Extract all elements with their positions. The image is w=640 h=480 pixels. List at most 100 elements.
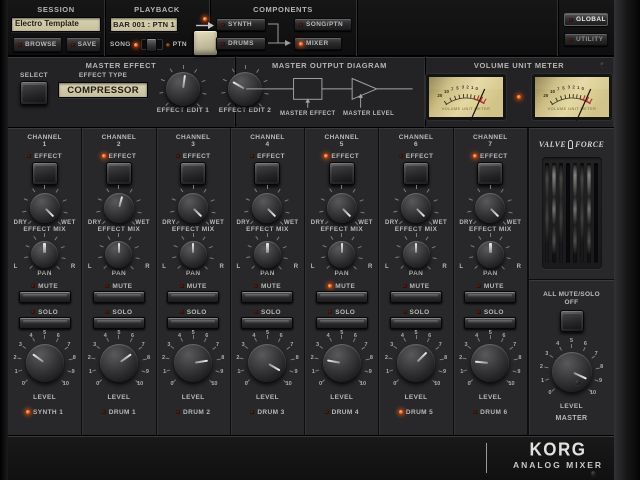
tube-slot [586, 163, 592, 263]
knob-pointer [117, 243, 121, 253]
diagram-master-effect-label: MASTER EFFECT [280, 111, 336, 117]
pan-knob[interactable] [235, 233, 299, 273]
effect-label: EFFECT [479, 152, 508, 160]
mute-button[interactable] [241, 291, 294, 303]
ptn-label: PTN [172, 41, 187, 48]
save-label: SAVE [77, 41, 97, 48]
solo-label: SOLO [38, 308, 59, 316]
screw-icon [591, 471, 596, 476]
panel-content: SESSION Electro Template BROWSE SAVE PLA… [8, 0, 614, 480]
knob-body [397, 344, 436, 382]
channel-strip-6: CHANNEL 6 EFFECT DRY WET EFFECT MIX L R … [379, 128, 454, 435]
components-section: COMPONENTS SYNTH DRUMS SONG/PTN MIXER [210, 0, 357, 56]
knob-body [166, 72, 201, 106]
level-knob[interactable]: 0 1 2 3 4 5 6 7 8 9 10 [454, 330, 527, 393]
mute-button[interactable] [464, 291, 517, 303]
svg-text:20: 20 [437, 93, 442, 98]
knob-pointer [194, 359, 209, 364]
mute-button[interactable] [390, 291, 443, 303]
level-knob[interactable]: 0 1 2 3 4 5 6 7 8 9 10 [305, 330, 378, 393]
browse-button[interactable]: BROWSE [13, 37, 62, 52]
level-knob[interactable]: 0 1 2 3 4 5 6 7 8 9 10 [379, 330, 452, 393]
session-name-field[interactable]: Electro Template [11, 17, 101, 32]
screw-icon [575, 380, 580, 385]
level-knob[interactable]: 0 1 2 3 4 5 6 7 8 9 10 [8, 330, 81, 393]
effect-label: EFFECT [182, 152, 211, 160]
knob-pointer [572, 371, 587, 380]
pan-knob[interactable] [161, 233, 225, 273]
channel-title: CHANNEL 4 [250, 134, 285, 148]
drums-led-icon [221, 41, 225, 46]
knob-tick-label: 10 [434, 380, 441, 387]
tube-slot [558, 163, 564, 263]
effect-select-button[interactable] [20, 81, 49, 105]
global-button[interactable]: GLOBAL [564, 13, 608, 26]
channel-title: CHANNEL 3 [175, 134, 211, 148]
knob-pointer [341, 208, 352, 218]
solo-led-icon [402, 310, 407, 314]
mute-button[interactable] [167, 291, 220, 303]
top-bar-spacer [357, 0, 558, 56]
song-ptn-button[interactable]: SONG/PTN [294, 18, 352, 31]
knob-tick-label: 10 [285, 380, 292, 387]
browse-led-icon [18, 42, 22, 47]
valve-force-logo: VALVE FORCE [539, 140, 604, 149]
master-level-knob[interactable]: 0 1 2 3 4 5 6 7 8 9 10 [535, 338, 609, 402]
effect-led-row: EFFECT [324, 152, 359, 160]
drums-button[interactable]: DRUMS [216, 37, 266, 50]
knob-pointer [192, 243, 195, 253]
solo-led-icon [179, 310, 184, 314]
master-output-diagram-panel: MASTER OUTPUT DIAGRAM MASTER EFFECT MAST… [235, 57, 425, 127]
save-button[interactable]: SAVE [65, 37, 102, 52]
mixer-led-icon [299, 41, 303, 46]
solo-led-icon [31, 310, 36, 314]
ptn-led-icon [165, 42, 170, 47]
mute-button[interactable] [92, 291, 145, 303]
all-mute-solo-label: ALL MUTE/SOLO OFF [543, 291, 600, 306]
tube-icon [568, 140, 574, 149]
mixer-button[interactable]: MIXER [294, 37, 342, 50]
song-ptn-toggle[interactable] [140, 38, 163, 52]
vu-meter-left: 20 10 7 5 3 2 1 0 VOLUME UNIT METER [425, 73, 507, 132]
knob-pointer [266, 243, 269, 253]
analog-mixer-label: ANALOG MIXER [512, 460, 604, 470]
channel-title: CHANNEL 2 [101, 134, 137, 148]
effect-led-icon [250, 154, 255, 158]
synth-button[interactable]: SYNTH [216, 18, 266, 31]
effect-led-row: EFFECT [398, 152, 434, 160]
session-title: SESSION [37, 5, 75, 14]
right-bezel [614, 0, 640, 480]
svg-text:VOLUME UNIT METER: VOLUME UNIT METER [548, 107, 597, 111]
master-effect-panel: MASTER EFFECT SELECT EFFECT TYPE COMPRES… [8, 57, 271, 127]
pan-knob[interactable] [458, 233, 522, 273]
knob-body [248, 344, 287, 382]
toggle-thumb[interactable] [145, 38, 157, 52]
playback-title: PLAYBACK [134, 5, 180, 14]
knob-body [179, 240, 207, 268]
mute-button[interactable] [18, 291, 71, 303]
mixer-main: CHANNEL 1 EFFECT DRY WET EFFECT MIX L R … [8, 128, 614, 436]
effect-led-icon [27, 154, 32, 158]
pan-knob[interactable] [384, 233, 448, 273]
knob-pointer [489, 243, 492, 253]
level-knob[interactable]: 0 1 2 3 4 5 6 7 8 9 10 [82, 330, 155, 393]
level-knob[interactable]: 0 1 2 3 4 5 6 7 8 9 10 [231, 330, 304, 393]
pan-knob[interactable] [310, 233, 374, 273]
mute-button[interactable] [315, 291, 368, 303]
song-label: SONG [110, 41, 131, 48]
solo-led-icon [476, 310, 481, 314]
pan-knob[interactable] [87, 233, 151, 273]
level-knob[interactable]: 0 1 2 3 4 5 6 7 8 9 10 [157, 330, 230, 393]
top-bar: SESSION Electro Template BROWSE SAVE PLA… [8, 0, 614, 57]
sidebar-divider [529, 279, 614, 281]
pan-knob[interactable] [13, 233, 77, 273]
utility-button[interactable]: UTILITY [564, 33, 608, 46]
song-led-icon [133, 42, 138, 47]
knob-body [551, 352, 592, 392]
effect-edit-1-knob[interactable] [156, 64, 210, 112]
save-led-icon [70, 42, 75, 47]
vu-meter-face: 2010 7 5 3 2 1 0VOLUME UNIT METER [425, 73, 507, 132]
master-row: MASTER EFFECT SELECT EFFECT TYPE COMPRES… [8, 57, 614, 132]
components-title: COMPONENTS [253, 5, 313, 14]
knob-pointer [340, 243, 343, 253]
